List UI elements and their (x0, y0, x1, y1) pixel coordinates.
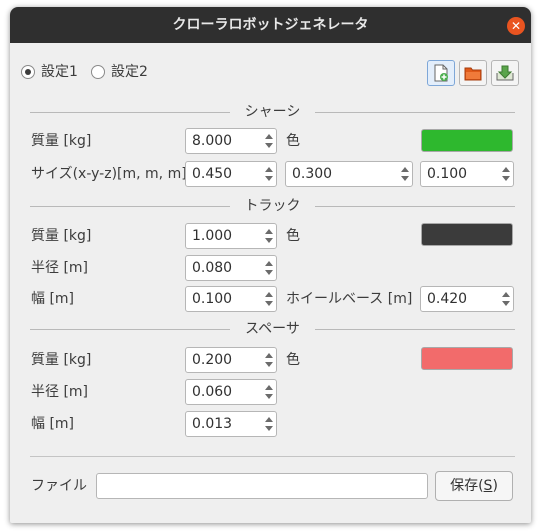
save-file-button[interactable] (491, 60, 519, 86)
radio-settings-2-label[interactable]: 設定2 (111, 59, 148, 85)
spacer-width-value: 0.013 (192, 416, 233, 432)
track-radius-spinbox[interactable]: 0.080 (185, 255, 277, 281)
chevron-down-icon[interactable] (265, 270, 273, 275)
chevron-up-icon[interactable] (502, 292, 510, 297)
chassis-mass-value: 8.000 (192, 133, 233, 149)
download-save-icon (496, 65, 514, 81)
section-spacer-title: スペーサ (245, 321, 300, 337)
radio-settings-2[interactable] (91, 65, 105, 79)
spacer-radius-label: 半径 [m] (31, 384, 89, 400)
spacer-width-label: 幅 [m] (31, 416, 75, 432)
new-file-icon (434, 64, 448, 82)
spacer-radius-spinbox[interactable]: 0.060 (185, 379, 277, 405)
track-color-button[interactable] (421, 223, 513, 246)
chassis-color-label: 色 (286, 133, 300, 149)
chevron-down-icon[interactable] (502, 176, 510, 181)
close-icon[interactable]: ✕ (507, 17, 525, 35)
track-mass-spinbox[interactable]: 1.000 (185, 223, 277, 249)
track-wheelbase-spinbox[interactable]: 0.420 (420, 286, 514, 312)
track-wheelbase-value: 0.420 (427, 291, 468, 307)
track-width-value: 0.100 (192, 291, 233, 307)
chassis-mass-spinbox[interactable]: 8.000 (185, 128, 277, 154)
chassis-size-z-spinbox[interactable]: 0.100 (420, 161, 514, 187)
track-width-label: 幅 [m] (31, 291, 75, 307)
open-file-button[interactable] (459, 60, 487, 86)
track-color-label: 色 (286, 228, 300, 244)
save-button-label: 保存( (450, 478, 484, 494)
chevron-down-icon[interactable] (265, 301, 273, 306)
chevron-up-icon[interactable] (401, 167, 409, 172)
chevron-up-icon[interactable] (265, 292, 273, 297)
chevron-up-icon[interactable] (265, 417, 273, 422)
chevron-down-icon[interactable] (265, 176, 273, 181)
chevron-down-icon[interactable] (502, 301, 510, 306)
spacer-mass-spinbox[interactable]: 0.200 (185, 347, 277, 373)
window-title: クローラロボットジェネレータ (172, 17, 369, 33)
chassis-size-x-value: 0.450 (192, 166, 233, 182)
chevron-up-icon[interactable] (265, 134, 273, 139)
section-spacer: スペーサ (30, 319, 515, 339)
generator-window: クローラロボットジェネレータ ✕ 設定1 設定2 シャーシ 質量 [kg] 8.… (10, 7, 531, 523)
chevron-down-icon[interactable] (265, 362, 273, 367)
section-chassis: シャーシ (30, 102, 515, 122)
chevron-up-icon[interactable] (502, 167, 510, 172)
chassis-size-y-spinbox[interactable]: 0.300 (285, 161, 413, 187)
section-track-title: トラック (244, 198, 301, 214)
spacer-color-label: 色 (286, 352, 300, 368)
spacer-radius-value: 0.060 (192, 384, 233, 400)
track-width-spinbox[interactable]: 0.100 (185, 286, 277, 312)
chevron-down-icon[interactable] (265, 143, 273, 148)
file-path-input[interactable] (96, 473, 428, 499)
chevron-up-icon[interactable] (265, 385, 273, 390)
chevron-down-icon[interactable] (265, 238, 273, 243)
track-wheelbase-label: ホイールベース [m] (286, 291, 413, 307)
save-button-label-end: ) (492, 478, 498, 494)
track-mass-value: 1.000 (192, 228, 233, 244)
open-folder-icon (464, 67, 482, 81)
track-radius-value: 0.080 (192, 260, 233, 276)
track-radius-label: 半径 [m] (31, 260, 89, 276)
chevron-up-icon[interactable] (265, 229, 273, 234)
spacer-mass-value: 0.200 (192, 352, 233, 368)
chevron-down-icon[interactable] (265, 394, 273, 399)
spacer-color-button[interactable] (421, 347, 513, 370)
chassis-size-x-spinbox[interactable]: 0.450 (185, 161, 277, 187)
new-file-button[interactable] (427, 60, 455, 86)
chassis-size-label: サイズ(x-y-z)[m, m, m] (31, 166, 187, 182)
chevron-down-icon[interactable] (401, 176, 409, 181)
spacer-width-spinbox[interactable]: 0.013 (185, 411, 277, 437)
chassis-mass-label: 質量 [kg] (31, 133, 92, 149)
track-mass-label: 質量 [kg] (31, 228, 92, 244)
footer-divider (30, 456, 515, 457)
chevron-down-icon[interactable] (265, 426, 273, 431)
spacer-mass-label: 質量 [kg] (31, 352, 92, 368)
chevron-up-icon[interactable] (265, 167, 273, 172)
section-track: トラック (30, 196, 515, 216)
file-label: ファイル (31, 478, 87, 494)
radio-settings-1[interactable] (21, 65, 35, 79)
save-button[interactable]: 保存(S) (435, 471, 513, 501)
radio-settings-1-label[interactable]: 設定1 (41, 59, 78, 85)
chevron-up-icon[interactable] (265, 353, 273, 358)
chevron-up-icon[interactable] (265, 261, 273, 266)
chassis-size-z-value: 0.100 (427, 166, 468, 182)
title-bar[interactable]: クローラロボットジェネレータ ✕ (10, 7, 531, 43)
chassis-size-y-value: 0.300 (292, 166, 333, 182)
chassis-color-button[interactable] (421, 129, 513, 152)
section-chassis-title: シャーシ (244, 104, 301, 120)
